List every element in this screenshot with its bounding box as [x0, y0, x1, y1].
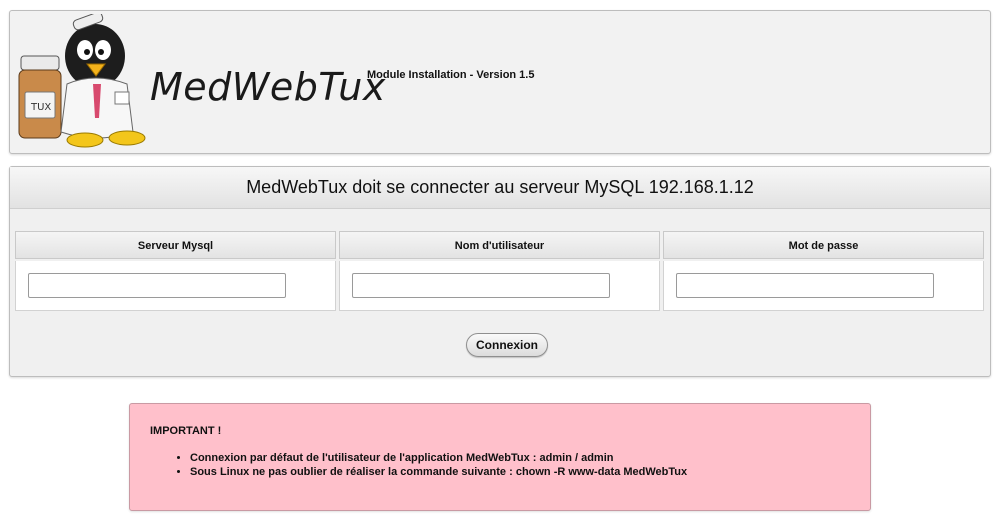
tux-doctor-icon: [60, 14, 146, 148]
column-username: Nom d'utilisateur: [339, 231, 660, 311]
pill-bottle-icon: [18, 55, 62, 139]
panel-title: MedWebTux doit se connecter au serveur M…: [10, 167, 990, 209]
column-cell-server: [15, 261, 336, 311]
notice-list: Connexion par défaut de l'utilisateur de…: [150, 451, 687, 479]
important-notice: IMPORTANT ! Connexion par défaut de l'ut…: [129, 403, 871, 511]
notice-item: Connexion par défaut de l'utilisateur de…: [190, 451, 687, 465]
mysql-connect-panel: MedWebTux doit se connecter au serveur M…: [9, 166, 991, 377]
notice-item: Sous Linux ne pas oublier de réaliser la…: [190, 465, 687, 479]
module-title: Module Installation - Version 1.5: [367, 69, 535, 81]
notice-title: IMPORTANT !: [150, 425, 222, 437]
header-banner: TUX MedWebTux Module Installation - Vers…: [9, 10, 991, 154]
column-header-username: Nom d'utilisateur: [339, 231, 660, 259]
column-header-server: Serveur Mysql: [15, 231, 336, 259]
column-server: Serveur Mysql: [15, 231, 336, 311]
password-input[interactable]: [676, 273, 934, 298]
column-password: Mot de passe: [663, 231, 984, 311]
connexion-button[interactable]: Connexion: [466, 333, 548, 357]
logo-text: MedWebTux: [150, 65, 386, 109]
column-cell-password: [663, 261, 984, 311]
column-header-password: Mot de passe: [663, 231, 984, 259]
mysql-server-input[interactable]: [28, 273, 286, 298]
column-cell-username: [339, 261, 660, 311]
username-input[interactable]: [352, 273, 610, 298]
bottle-label: TUX: [30, 102, 51, 113]
